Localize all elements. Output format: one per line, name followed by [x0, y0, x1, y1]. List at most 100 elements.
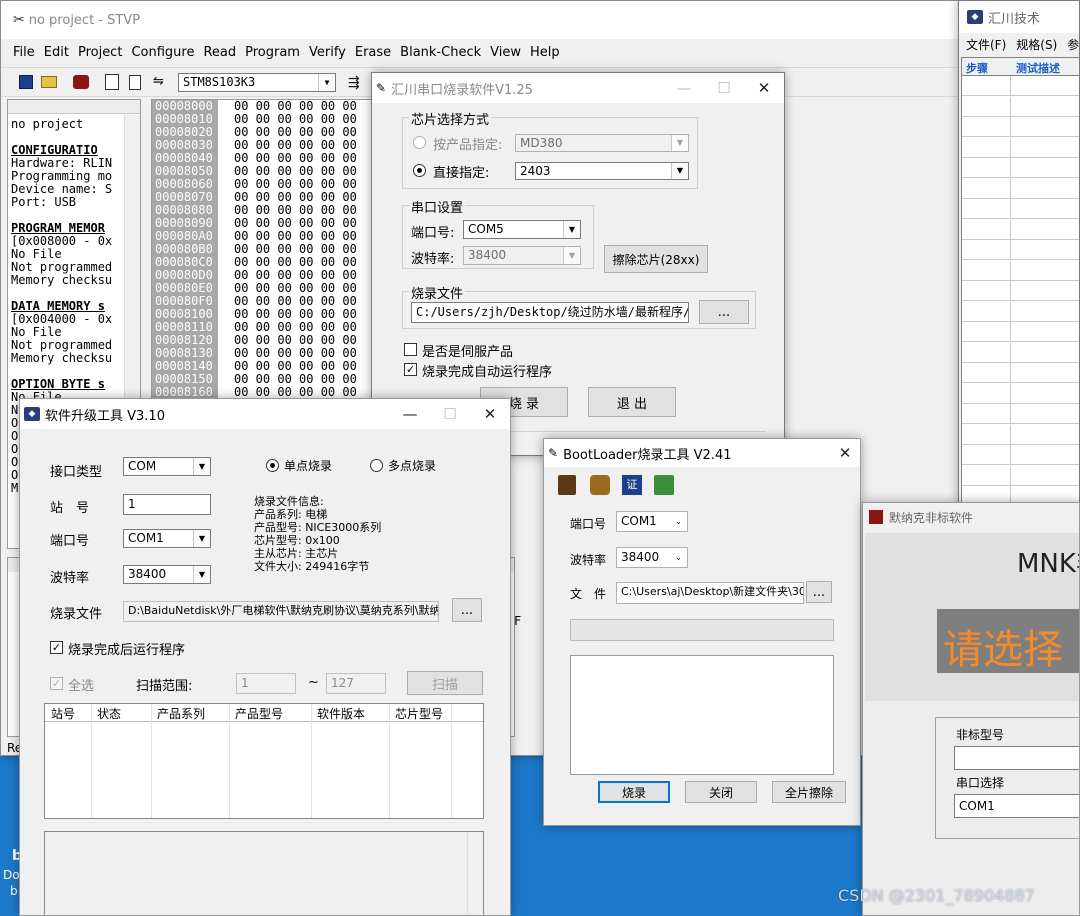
- table-row[interactable]: [962, 301, 1079, 322]
- menu-help[interactable]: Help: [530, 45, 560, 60]
- burner-titlebar[interactable]: ✎ 汇川串口烧录软件V1.25 — ☐ ✕: [372, 73, 784, 103]
- erase-chip-button[interactable]: 擦除芯片(28xx): [604, 245, 708, 273]
- baud-select[interactable]: 38400 ▼: [123, 565, 211, 584]
- port-select[interactable]: COM5 ▼: [463, 220, 581, 239]
- save-icon[interactable]: [19, 75, 33, 89]
- auto-run-checkbox[interactable]: ✓: [404, 363, 417, 376]
- menu-erase[interactable]: Erase: [355, 45, 391, 60]
- table-row[interactable]: [962, 219, 1079, 240]
- exit-button[interactable]: 退 出: [588, 387, 676, 417]
- file-path[interactable]: C:\Users\aj\Desktop\新建文件夹\300: [616, 582, 804, 604]
- vertical-scrollbar[interactable]: [467, 832, 483, 915]
- by-product-select[interactable]: MD380 ▼: [515, 134, 689, 152]
- model-input[interactable]: [954, 746, 1079, 770]
- table-row[interactable]: [962, 240, 1079, 260]
- minimize-icon[interactable]: —: [664, 73, 704, 103]
- close-icon[interactable]: ✕: [830, 439, 860, 467]
- auto-run-checkbox[interactable]: ✓: [50, 641, 63, 654]
- scan-button[interactable]: 扫描: [407, 671, 483, 695]
- station-input[interactable]: 1: [123, 494, 211, 515]
- close-icon[interactable]: ✕: [744, 73, 784, 103]
- port-select[interactable]: COM1 ⌄: [616, 511, 688, 532]
- bootloader-titlebar[interactable]: ✎ BootLoader烧录工具 V2.41 ✕: [544, 439, 860, 467]
- direct-radio[interactable]: [413, 164, 426, 177]
- table-row[interactable]: [962, 199, 1079, 219]
- upgrade-titlebar[interactable]: ◆ 软件升级工具 V3.10 — ☐ ✕: [20, 399, 510, 429]
- minimize-icon[interactable]: —: [390, 399, 430, 429]
- maximize-icon[interactable]: ☐: [430, 399, 470, 429]
- device-tool-icon[interactable]: ⇋: [153, 75, 169, 89]
- table-row[interactable]: [962, 363, 1079, 383]
- device-select[interactable]: STM8S103K3 ▼: [178, 73, 336, 92]
- table-row[interactable]: [962, 96, 1079, 117]
- table-row[interactable]: [962, 445, 1079, 465]
- certificate-icon[interactable]: 证: [622, 475, 642, 495]
- monarch-titlebar[interactable]: 默纳克非标软件: [863, 503, 1079, 531]
- table-row[interactable]: [962, 424, 1079, 445]
- paste-icon[interactable]: [129, 75, 141, 90]
- scan-from-input[interactable]: 1: [236, 673, 296, 694]
- burn-file-path[interactable]: D:\BaiduNetdisk\外厂电梯软件\默纳克刷协议\莫纳克系列\默纳: [123, 601, 439, 622]
- table-row[interactable]: [962, 342, 1079, 363]
- table-row[interactable]: [962, 281, 1079, 301]
- desktop-icon-label-fragment-2[interactable]: b: [10, 884, 18, 898]
- maximize-icon[interactable]: ☐: [704, 73, 744, 103]
- table-row[interactable]: [962, 137, 1079, 158]
- program-chip-icon[interactable]: [73, 75, 89, 89]
- test-steps-grid[interactable]: 步骤 测试描述: [961, 57, 1079, 503]
- baud-select[interactable]: 38400 ▼: [463, 246, 581, 265]
- unlock-icon[interactable]: [654, 475, 674, 495]
- menu-verify[interactable]: Verify: [309, 45, 346, 60]
- menu-configure[interactable]: Configure: [131, 45, 194, 60]
- browse-button[interactable]: ...: [452, 598, 482, 622]
- table-row[interactable]: [962, 404, 1079, 424]
- close-button[interactable]: 关闭: [685, 781, 757, 803]
- table-row[interactable]: [962, 260, 1079, 281]
- lock-icon[interactable]: [590, 475, 610, 495]
- table-row[interactable]: [962, 158, 1079, 178]
- menu-view[interactable]: View: [490, 45, 521, 60]
- single-burn-radio[interactable]: [266, 459, 279, 472]
- chip-icon[interactable]: [558, 475, 576, 495]
- station-table[interactable]: 站号 状态 产品系列 产品型号 软件版本 芯片型号: [44, 703, 484, 819]
- close-icon[interactable]: ✕: [470, 399, 510, 429]
- huichuan-tech-titlebar[interactable]: ◆ 汇川技术: [959, 1, 1079, 33]
- iface-select[interactable]: COM ▼: [123, 457, 211, 476]
- browse-button[interactable]: ...: [806, 581, 832, 603]
- select-all-checkbox[interactable]: ✓: [50, 677, 63, 690]
- menu-file[interactable]: File: [13, 45, 35, 60]
- baud-select[interactable]: 38400 ⌄: [616, 547, 688, 568]
- desktop-icon-label-fragment[interactable]: Do: [3, 868, 20, 882]
- stvp-titlebar[interactable]: ✂ no project - STVP: [1, 1, 961, 39]
- menu-blank-check[interactable]: Blank-Check: [400, 45, 481, 60]
- port-select[interactable]: COM1: [954, 794, 1079, 818]
- port-select[interactable]: COM1 ▼: [123, 529, 211, 548]
- table-row[interactable]: [962, 178, 1079, 199]
- menu-file-f[interactable]: 文件(F): [966, 36, 1006, 53]
- browse-button[interactable]: ...: [699, 300, 749, 324]
- menu-edit[interactable]: Edit: [44, 45, 69, 60]
- menu-param[interactable]: 参: [1067, 36, 1079, 53]
- direct-select[interactable]: 2403 ▼: [515, 162, 689, 180]
- bootloader-log[interactable]: [570, 655, 834, 775]
- table-row[interactable]: [962, 322, 1079, 342]
- table-row[interactable]: [962, 76, 1079, 96]
- menu-project[interactable]: Project: [78, 45, 122, 60]
- multi-burn-radio[interactable]: [370, 459, 383, 472]
- copy-icon[interactable]: [105, 74, 119, 90]
- burn-file-path[interactable]: C:/Users/zjh/Desktop/绕过防水墙/最新程序/: [411, 302, 689, 323]
- burn-button[interactable]: 烧录: [598, 781, 670, 803]
- table-row[interactable]: [962, 117, 1079, 137]
- menu-spec-s[interactable]: 规格(S): [1016, 36, 1057, 53]
- servo-checkbox[interactable]: [404, 343, 417, 356]
- menu-read[interactable]: Read: [203, 45, 236, 60]
- upgrade-log-area[interactable]: [44, 831, 484, 915]
- arrow-tool-icon[interactable]: ⇶: [348, 75, 360, 91]
- open-folder-icon[interactable]: [41, 76, 57, 88]
- by-product-radio[interactable]: [413, 136, 426, 149]
- scan-to-input[interactable]: 127: [326, 673, 386, 694]
- erase-all-button[interactable]: 全片擦除: [772, 781, 846, 803]
- table-row[interactable]: [962, 383, 1079, 404]
- table-row[interactable]: [962, 465, 1079, 486]
- menu-program[interactable]: Program: [245, 45, 300, 60]
